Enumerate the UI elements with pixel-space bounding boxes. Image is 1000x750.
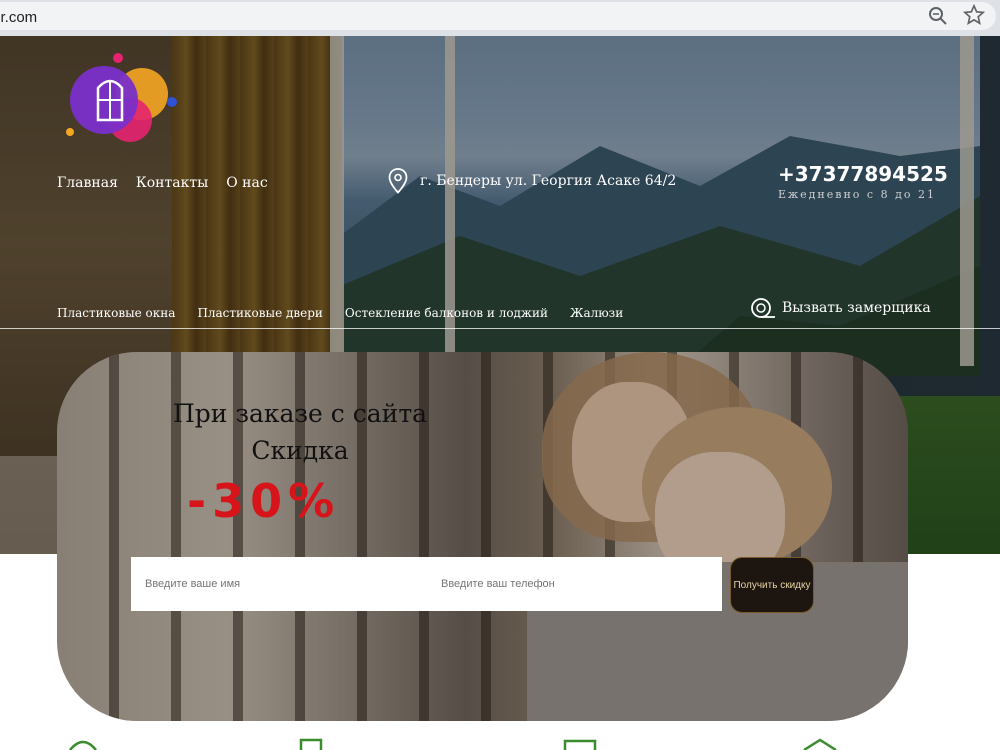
discount-form <box>131 557 722 611</box>
address-block: г. Бендеры ул. Георгия Асаке 64/2 <box>388 168 676 194</box>
feature-icon <box>69 740 97 750</box>
tape-measure-icon <box>751 298 775 318</box>
promo-heading-line1: При заказе с сайта <box>172 399 428 428</box>
feature-icon <box>563 739 597 750</box>
main-navigation: Главная Контакты О нас <box>57 175 268 191</box>
browser-toolbar: mr.com <box>0 0 1000 36</box>
services-navigation: Пластиковые окна Пластиковые двери Остек… <box>57 306 623 320</box>
nav-link-contacts[interactable]: Контакты <box>136 175 208 191</box>
call-measurer-button[interactable]: Вызвать замерщика <box>748 296 931 320</box>
service-link-windows[interactable]: Пластиковые окна <box>57 306 175 320</box>
get-discount-button[interactable]: Получить скидку <box>730 557 814 613</box>
url-text[interactable]: mr.com <box>0 9 37 26</box>
service-link-balcony[interactable]: Остекление балконов и лоджий <box>345 306 548 320</box>
discount-value: -30% <box>187 474 341 528</box>
address-text: г. Бендеры ул. Георгия Асаке 64/2 <box>420 173 677 189</box>
window-logo-icon[interactable] <box>60 52 180 152</box>
nav-divider <box>0 328 1000 329</box>
feature-icon <box>803 738 837 750</box>
zoom-icon[interactable] <box>928 6 948 26</box>
star-icon[interactable] <box>963 4 985 26</box>
phone-input[interactable] <box>427 557 722 611</box>
promo-card: При заказе с сайта Скидка -30% Получить … <box>57 352 908 721</box>
nav-link-about[interactable]: О нас <box>226 175 267 191</box>
service-link-blinds[interactable]: Жалюзи <box>570 306 623 320</box>
feature-icon <box>299 738 323 750</box>
phone-number[interactable]: +37377894525 <box>778 162 948 186</box>
service-link-doors[interactable]: Пластиковые двери <box>197 306 322 320</box>
location-pin-icon <box>388 168 408 194</box>
address-bar[interactable]: mr.com <box>0 2 996 30</box>
promo-heading-line2: Скидка <box>251 436 349 465</box>
nav-link-home[interactable]: Главная <box>57 175 118 191</box>
call-measurer-label: Вызвать замерщика <box>782 300 931 316</box>
working-hours: Ежедневно с 8 до 21 <box>778 188 936 201</box>
name-input[interactable] <box>131 557 427 611</box>
